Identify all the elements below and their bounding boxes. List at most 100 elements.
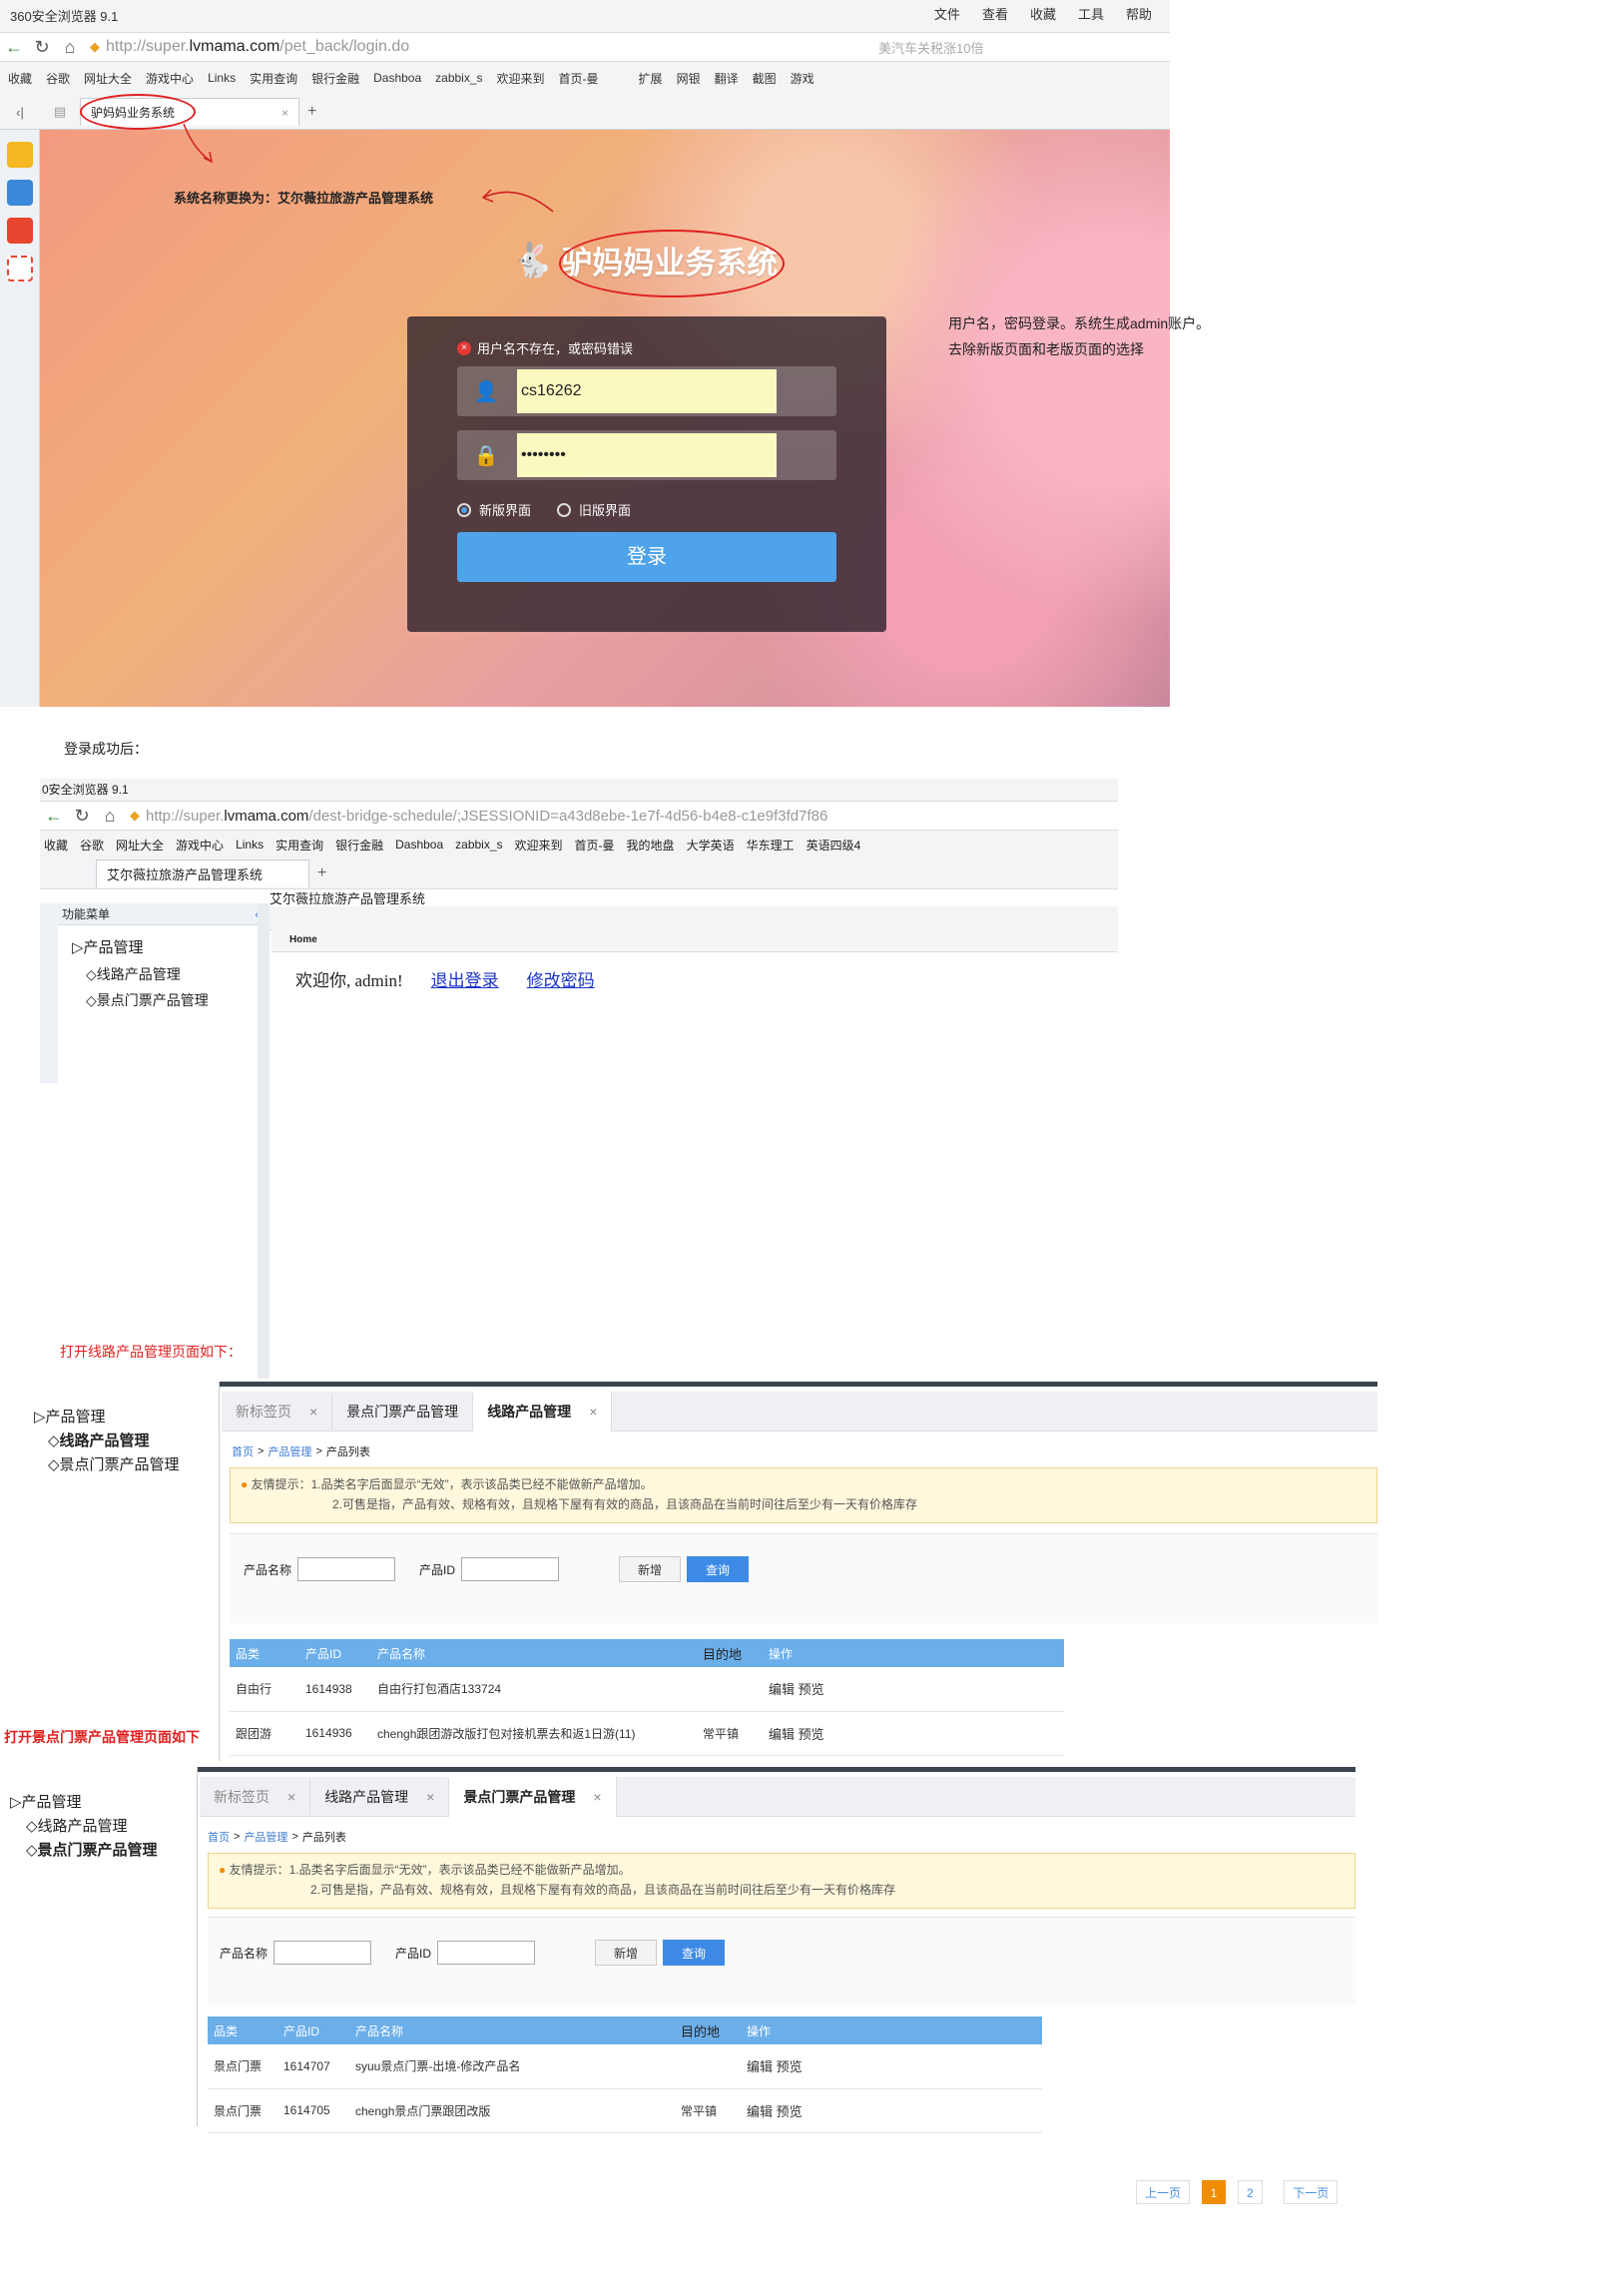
notes-icon[interactable] (6, 180, 33, 206)
breadcrumb-product[interactable]: 产品管理 (244, 1829, 287, 1845)
close-icon[interactable]: × (309, 1404, 317, 1420)
tab-line[interactable]: 线路产品管理 × (310, 1778, 450, 1815)
bookmark-item[interactable]: 欢迎来到 (497, 70, 545, 87)
bookmark-item[interactable]: 华东理工 (747, 837, 795, 854)
username-input[interactable]: cs16262 (517, 369, 777, 413)
back-icon[interactable]: ← (40, 806, 68, 827)
search-input[interactable]: 美汽车关税涨10倍 (878, 38, 983, 57)
weibo-icon[interactable] (6, 218, 33, 244)
edit-link[interactable]: 编辑 (769, 1727, 795, 1742)
bookmark-item[interactable]: 银行金融 (311, 70, 359, 87)
tree-line-product[interactable]: ◇线路产品管理 (34, 1430, 219, 1453)
edit-link[interactable]: 编辑 (747, 2059, 773, 2074)
star-icon[interactable] (6, 142, 33, 168)
bookmark-item[interactable]: 谷歌 (80, 837, 104, 854)
id-input[interactable] (437, 1941, 536, 1965)
change-password-link[interactable]: 修改密码 (527, 966, 595, 991)
tree-scenic-product[interactable]: ◇景点门票产品管理 (72, 987, 268, 1013)
bookmark-item[interactable]: Dashboa (395, 838, 443, 852)
bookmark-item[interactable]: zabbix_s (455, 838, 502, 852)
close-icon[interactable]: × (426, 1789, 434, 1805)
bookmark-item[interactable]: 网址大全 (116, 837, 164, 854)
bookmark-item[interactable]: 银行金融 (335, 837, 383, 854)
bookmark-item[interactable]: 首页-曼 (559, 70, 599, 87)
mail-icon[interactable] (6, 256, 33, 282)
bookmark-item[interactable]: 欢迎来到 (515, 837, 563, 854)
menu-tools[interactable]: 工具 (1078, 4, 1104, 23)
tree-product-management[interactable]: ▷产品管理 (34, 1406, 219, 1430)
home-icon[interactable]: ⌂ (96, 806, 124, 827)
bookmark-item[interactable]: zabbix_s (435, 71, 482, 85)
page-2-button[interactable]: 2 (1237, 2180, 1263, 2204)
query-button[interactable]: 查询 (663, 1940, 726, 1966)
tree-line-product[interactable]: ◇线路产品管理 (72, 961, 268, 987)
bookmark-item[interactable]: 游戏中心 (176, 837, 224, 854)
bookmark-item[interactable]: 英语四级4 (807, 837, 861, 854)
close-icon[interactable]: × (281, 106, 288, 120)
name-input[interactable] (297, 1557, 396, 1581)
query-button[interactable]: 查询 (687, 1556, 750, 1582)
tab-line[interactable]: 线路产品管理 × (473, 1391, 613, 1432)
close-icon[interactable]: × (593, 1789, 601, 1805)
preview-link[interactable]: 预览 (777, 2104, 803, 2119)
breadcrumb-home[interactable]: 首页 (208, 1829, 230, 1845)
bookmark-item[interactable]: 收藏 (8, 70, 32, 87)
bookmark-item[interactable]: 我的地盘 (627, 837, 675, 854)
edit-link[interactable]: 编辑 (769, 1682, 795, 1697)
tree-line-product[interactable]: ◇线路产品管理 (10, 1815, 197, 1839)
home-icon[interactable]: ⌂ (56, 37, 84, 58)
menu-favorites[interactable]: 收藏 (1030, 4, 1056, 23)
close-icon[interactable]: × (589, 1404, 597, 1420)
url-input[interactable]: http://super.lvmama.com/dest-bridge-sche… (146, 808, 827, 825)
tree-product-management[interactable]: ▷产品管理 (72, 935, 268, 961)
menu-view[interactable]: 查看 (982, 4, 1008, 23)
bookmark-item[interactable]: 网址大全 (84, 70, 132, 87)
bookmark-item[interactable]: 收藏 (44, 837, 68, 854)
login-button[interactable]: 登录 (457, 532, 836, 582)
menu-file[interactable]: 文件 (934, 4, 960, 23)
page-1-button[interactable]: 1 (1201, 2180, 1227, 2204)
bookmark-item[interactable]: 翻译 (715, 70, 739, 87)
menu-help[interactable]: 帮助 (1126, 4, 1152, 23)
bookmark-item[interactable]: 扩展 (639, 70, 663, 87)
tab-new[interactable]: 新标签页 × (222, 1393, 333, 1430)
bookmark-item[interactable]: 游戏 (791, 70, 814, 87)
bookmark-item[interactable]: 截图 (753, 70, 777, 87)
refresh-icon[interactable]: ↻ (68, 806, 96, 827)
bookmark-item[interactable]: 大学英语 (687, 837, 735, 854)
tab-list-icon[interactable]: ▤ (40, 104, 80, 120)
bookmark-item[interactable]: Dashboa (373, 71, 421, 85)
name-input[interactable] (273, 1941, 372, 1965)
refresh-icon[interactable]: ↻ (28, 37, 56, 58)
id-input[interactable] (461, 1557, 560, 1581)
bookmark-item[interactable]: 游戏中心 (146, 70, 194, 87)
breadcrumb-product[interactable]: 产品管理 (268, 1443, 311, 1459)
next-page-button[interactable]: 下一页 (1284, 2180, 1339, 2204)
radio-old-ui[interactable] (557, 502, 572, 517)
tree-scenic-product[interactable]: ◇景点门票产品管理 (34, 1453, 219, 1477)
tab-scenic[interactable]: 景点门票产品管理 × (449, 1776, 617, 1817)
username-field[interactable]: 👤 cs16262 (457, 366, 836, 416)
tree-product-management[interactable]: ▷产品管理 (10, 1791, 197, 1815)
bookmark-item[interactable]: Links (208, 71, 236, 85)
breadcrumb-home[interactable]: 首页 (232, 1443, 254, 1459)
tab-admin[interactable]: 艾尔薇拉旅游产品管理系统 (96, 860, 309, 887)
bookmark-item[interactable]: 首页-曼 (575, 837, 615, 854)
preview-link[interactable]: 预览 (777, 2059, 803, 2074)
add-button[interactable]: 新增 (619, 1556, 682, 1582)
bookmark-item[interactable]: 谷歌 (46, 70, 70, 87)
password-field[interactable]: 🔒 •••••••• (457, 430, 836, 480)
bookmark-item[interactable]: 网银 (677, 70, 701, 87)
bookmark-item[interactable]: Links (236, 838, 264, 852)
tree-scenic-product[interactable]: ◇景点门票产品管理 (10, 1839, 197, 1863)
tab-new[interactable]: 新标签页 × (200, 1778, 311, 1815)
close-icon[interactable]: × (287, 1789, 295, 1805)
preview-link[interactable]: 预览 (799, 1727, 824, 1742)
preview-link[interactable]: 预览 (799, 1682, 824, 1697)
back-icon[interactable]: ← (0, 37, 28, 58)
radio-new-ui[interactable] (457, 502, 471, 517)
new-tab-icon[interactable]: + (307, 103, 316, 121)
new-tab-icon[interactable]: + (317, 864, 326, 882)
bookmark-item[interactable]: 实用查询 (275, 837, 323, 854)
sidebar-scrollbar[interactable] (258, 903, 269, 1379)
